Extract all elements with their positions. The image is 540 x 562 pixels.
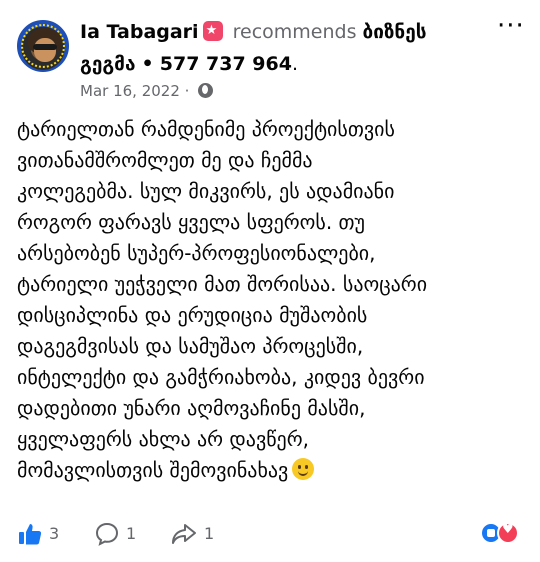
post-header: Ia Tabagari recommends ბიზნეს გეგმა • 57…: [0, 0, 540, 110]
love-reaction-icon: [497, 522, 519, 544]
body-line: დადებითი უნარი აღმოვაჩინე მასში,: [17, 396, 366, 420]
like-button[interactable]: 3: [17, 520, 59, 547]
title-trailing: .: [291, 53, 299, 75]
smiling-face-icon: [292, 458, 315, 480]
body-line: მომავლისთვის შემოვინახავ: [17, 458, 289, 482]
more-options-icon[interactable]: ···: [497, 13, 527, 42]
comment-count: 1: [126, 523, 137, 543]
title-separator: •: [141, 53, 154, 75]
avatar-face: [34, 38, 56, 62]
body-line: დისციპლინა და ერუდიცია მუშაობის: [17, 303, 368, 327]
reaction-summary[interactable]: [480, 522, 524, 546]
share-arrow-icon: [172, 523, 196, 544]
post-meta: Mar 16, 2022 ·: [80, 82, 214, 100]
page-name-part1[interactable]: ბიზნეს: [363, 21, 427, 43]
recommend-badge-icon: [202, 21, 223, 41]
body-line: კოლეგებმა. სულ მიკვირს, ეს ადამიანი: [17, 179, 395, 203]
comment-button[interactable]: 1: [94, 520, 136, 547]
avatar[interactable]: [17, 20, 69, 72]
body-line: დაგეგმვისას და სამუშაო პროცესში,: [17, 334, 364, 358]
body-line: ტარიელი უეჭველი მათ შორისაა. საოცარი: [17, 272, 428, 296]
body-line: როგორ ფარავს ყველა სფეროს. თუ: [17, 210, 365, 234]
like-count: 3: [49, 523, 60, 543]
post-actions: 3 1 1: [0, 516, 540, 552]
comment-bubble-icon: [95, 522, 119, 546]
thumbs-up-icon: [19, 523, 42, 544]
body-line: ინტელექტი და გამჭრიახობა, კიდევ ბევრი: [17, 365, 425, 389]
share-count: 1: [204, 523, 215, 543]
post-body: ტარიელთან რამდენიმე პროექტისთვის ვითანამ…: [17, 114, 527, 486]
post-title-line: Ia Tabagari recommends ბიზნეს: [80, 18, 480, 46]
share-button[interactable]: 1: [170, 520, 214, 547]
recommends-label: recommends: [232, 21, 357, 43]
body-line: ყველაფერს ახლა არ დავწერ,: [17, 427, 309, 451]
page-name-part2[interactable]: გეგმა: [80, 53, 136, 75]
body-line: ტარიელთან რამდენიმე პროექტისთვის: [17, 117, 395, 141]
avatar-sunglasses: [33, 44, 57, 50]
post-date[interactable]: Mar 16, 2022: [80, 82, 180, 100]
meta-separator: ·: [184, 82, 190, 100]
post-title-line-2: გეგმა • 577 737 964.: [80, 50, 298, 78]
body-line: ვითანამშრომლეთ მე და ჩემმა: [17, 148, 313, 172]
phone-number[interactable]: 577 737 964: [160, 53, 292, 75]
body-line: არსებობენ სუპერ-პროფესიონალები,: [17, 241, 376, 265]
globe-icon: [198, 83, 214, 98]
author-name[interactable]: Ia Tabagari: [80, 21, 199, 43]
body-line-last: მომავლისთვის შემოვინახავ: [17, 455, 527, 486]
